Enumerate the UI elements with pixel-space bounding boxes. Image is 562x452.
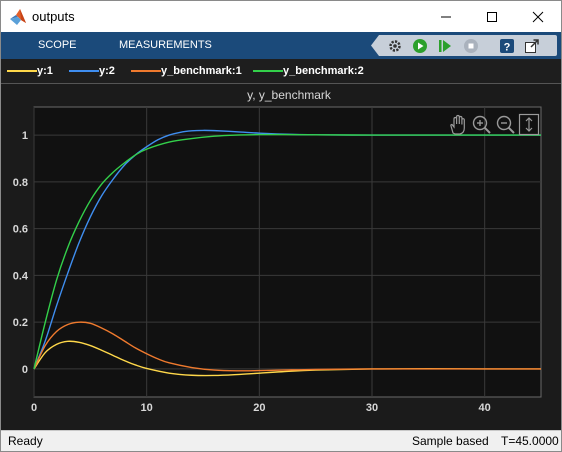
- svg-text:?: ?: [504, 42, 511, 54]
- run-icon[interactable]: [412, 38, 428, 54]
- matlab-logo-icon: [9, 8, 27, 26]
- x-tick-label: 10: [141, 402, 153, 414]
- stop-icon[interactable]: [463, 38, 479, 54]
- help-icon[interactable]: ?: [499, 38, 515, 54]
- legend-swatch: [253, 70, 283, 72]
- legend-label: y:2: [99, 65, 115, 77]
- quick-access-bar: ?: [371, 35, 557, 56]
- status-text: Ready: [8, 434, 43, 448]
- title-bar: outputs: [1, 1, 561, 32]
- plot-area: y, y_benchmark 0 10 20 30 40 0 0.2 0.4 0.6 0.8 1: [1, 84, 561, 430]
- legend-item-y2[interactable]: y:2: [69, 65, 129, 77]
- legend-swatch: [69, 70, 99, 72]
- toolstrip: SCOPE MEASUREMENTS ?: [1, 32, 561, 59]
- simulation-time-text: T=45.0000: [501, 434, 559, 448]
- settings-icon[interactable]: [387, 38, 403, 54]
- y-tick-label: 0.8: [13, 177, 28, 189]
- legend-label: y_benchmark:2: [283, 65, 364, 77]
- step-forward-icon[interactable]: [437, 38, 453, 54]
- legend: y:1 y:2 y_benchmark:1 y_benchmark:2: [1, 59, 561, 84]
- chart-title: y, y_benchmark: [247, 88, 332, 102]
- legend-item-y1[interactable]: y:1: [7, 65, 67, 77]
- y-tick-label: 0: [22, 364, 28, 376]
- line-chart[interactable]: y, y_benchmark 0 10 20 30 40 0 0.2 0.4 0.6 0.8 1: [1, 84, 561, 430]
- x-tick-label: 20: [253, 402, 265, 414]
- legend-label: y_benchmark:1: [161, 65, 242, 77]
- y-tick-label: 0.6: [13, 224, 28, 236]
- maximize-button[interactable]: [469, 1, 515, 32]
- minimize-button[interactable]: [423, 1, 469, 32]
- window-title: outputs: [32, 9, 75, 24]
- legend-label: y:1: [37, 65, 53, 77]
- legend-item-y-benchmark-1[interactable]: y_benchmark:1: [131, 65, 251, 77]
- maximize-icon: [487, 12, 497, 22]
- y-tick-label: 1: [22, 130, 28, 142]
- legend-item-y-benchmark-2[interactable]: y_benchmark:2: [253, 65, 373, 77]
- x-tick-label: 0: [31, 402, 37, 414]
- legend-swatch: [7, 70, 37, 72]
- close-icon: [532, 11, 544, 23]
- tab-measurements[interactable]: MEASUREMENTS: [119, 39, 212, 51]
- sample-mode-text: Sample based: [412, 434, 489, 448]
- undock-icon[interactable]: [524, 38, 540, 54]
- scope-window: outputs SCOPE MEASUREMENTS ? y:1 y:2 y_b…: [0, 0, 562, 452]
- y-tick-label: 0.2: [13, 317, 28, 329]
- status-bar: Ready Sample based T=45.0000: [1, 430, 561, 451]
- tab-scope[interactable]: SCOPE: [38, 39, 77, 51]
- minimize-icon: [441, 16, 451, 18]
- x-tick-label: 30: [366, 402, 378, 414]
- x-tick-label: 40: [479, 402, 491, 414]
- y-tick-label: 0.4: [13, 270, 29, 282]
- legend-swatch: [131, 70, 161, 72]
- close-button[interactable]: [515, 1, 561, 32]
